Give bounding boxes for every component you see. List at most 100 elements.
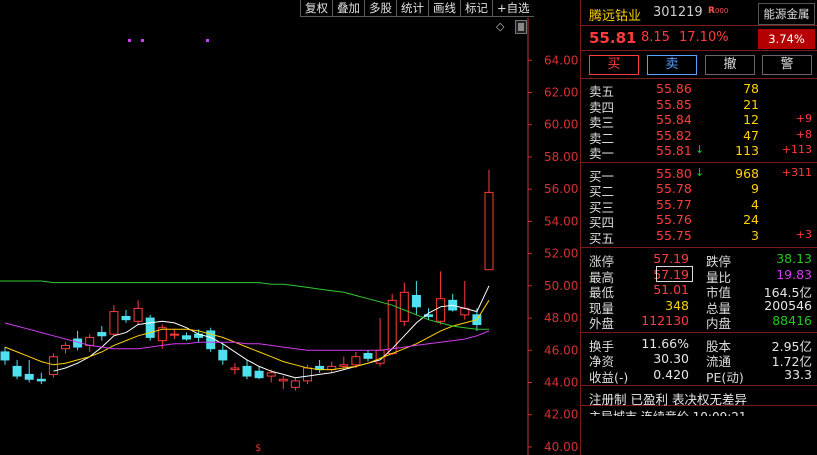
field-label: 内盘	[706, 316, 732, 331]
event-marker-icon	[128, 39, 131, 42]
last-price: 55.81	[589, 29, 637, 47]
quote-fields: 涨停 57.19 跌停 38.13 最高 57.19 量比 19.83 最低 51.01 市值 164…	[581, 248, 817, 333]
bids-row[interactable]: 买二 55.78 9	[581, 181, 817, 199]
event-marker-icon	[206, 39, 209, 42]
price-change-pct: 17.10%	[679, 30, 729, 45]
fields1-row: 最低 51.01 市值 164.5亿	[581, 282, 817, 300]
bids-row[interactable]: 买五 55.75 3 +3	[581, 227, 817, 246]
statistics-button[interactable]: 统计	[396, 0, 428, 17]
price-tick-label: 52.00	[544, 247, 578, 261]
fundamental-fields: 换手 11.66% 股本 2.95亿 净资 30.30 流通 1.72亿 收益(-) 0.420 P…	[581, 333, 817, 386]
dividend-marker-icon: $	[255, 443, 261, 454]
bids-price: 55.76	[656, 212, 692, 227]
price-change: 8.15	[641, 30, 670, 45]
candle-body-down	[411, 295, 421, 308]
bids-price: 55.78	[656, 181, 692, 196]
price-tick-label: 60.00	[544, 118, 578, 132]
cancel-order-button[interactable]: 撤	[705, 55, 755, 75]
field-label: PE(动)	[706, 369, 744, 385]
down-arrow-icon: ↓	[695, 165, 705, 179]
candlestick-chart[interactable]: 40.00 42.00 44.00 46.00 48.00 50.00 52.00 54.00…	[0, 0, 580, 455]
candle-body-up	[230, 367, 240, 371]
fields1-row: 外盘 112130 内盘 88416	[581, 313, 817, 331]
price-tick-label: 50.00	[544, 279, 578, 293]
r-tag-suffix: 000	[714, 7, 729, 15]
field-value: 51.01	[653, 282, 689, 297]
candle-body-down	[182, 335, 191, 340]
overlay-button[interactable]: 叠加	[332, 0, 364, 17]
field-label: 外盘	[589, 316, 615, 331]
r-tag: R	[708, 6, 715, 16]
bids-price: 55.80	[656, 165, 692, 181]
fields2-row: 收益(-) 0.420 PE(动) 33.3	[581, 366, 817, 385]
candle-body-up	[278, 378, 288, 382]
stock-tags: 注册制 已盈利 表决权无差异	[581, 386, 817, 407]
trade-buttons: 买 卖 撤 警	[581, 51, 817, 79]
fields1-row: 现量 348 总量 200546	[581, 297, 817, 316]
candle-body-down	[121, 315, 131, 321]
candle-body-up	[133, 307, 143, 322]
stock-code: 301219	[653, 5, 703, 20]
field-value: 11.66%	[641, 335, 689, 351]
asks-price: 55.81	[656, 143, 692, 158]
candle-body-down	[97, 332, 107, 337]
add-watchlist-button[interactable]: +自选	[492, 0, 534, 17]
concept-sector-button[interactable]: 能源金属	[758, 3, 815, 25]
asks-volume: 47	[743, 127, 759, 143]
sell-button[interactable]: 卖	[647, 55, 697, 75]
bids-delta: +311	[781, 165, 812, 179]
bids-row[interactable]: 买四 55.76 24	[581, 212, 817, 230]
buy-button[interactable]: 买	[589, 55, 639, 75]
bids-row[interactable]: 买三 55.77 4	[581, 196, 817, 215]
alert-button[interactable]: 警	[762, 55, 812, 75]
candle-body-down	[254, 370, 264, 379]
adjust-button[interactable]: 复权	[300, 0, 332, 17]
price-tick-label: 40.00	[544, 440, 578, 454]
candle-body-up	[303, 367, 312, 382]
asks-volume: 21	[743, 96, 759, 112]
chart-toolbar: 复权 叠加 多股 统计 画线 标记 +自选	[300, 0, 534, 17]
bids-delta: +3	[795, 227, 812, 241]
draw-line-button[interactable]: 画线	[428, 0, 460, 17]
multi-stock-button[interactable]: 多股	[364, 0, 396, 17]
mark-button[interactable]: 标记	[460, 0, 492, 17]
order-book-separator	[581, 161, 817, 163]
asks-row[interactable]: 卖二 55.82 47 +8	[581, 127, 817, 146]
field-value: 200546	[764, 297, 812, 313]
diamond-icon[interactable]: ◇	[496, 20, 504, 33]
fields2-row: 换手 11.66% 股本 2.95亿	[581, 335, 817, 354]
scroll-toggle-icon[interactable]	[515, 20, 527, 34]
candle-body-up	[339, 364, 349, 367]
stock-header: 腾远钴业 301219 R000 能源金属	[581, 0, 817, 26]
candle-body-down	[12, 365, 22, 377]
kline-chart-area[interactable]: 40.00 42.00 44.00 46.00 48.00 50.00 52.00 54.00…	[0, 0, 580, 455]
asks-price: 55.85	[656, 96, 692, 112]
price-tick-label: 58.00	[544, 150, 578, 164]
high-price-highlight	[656, 265, 693, 282]
bids-label: 买五	[589, 230, 615, 246]
field-value: 19.83	[776, 266, 812, 282]
field-value: 0.420	[653, 366, 689, 382]
asks-row[interactable]: 卖三 55.84 12 +9	[581, 112, 817, 130]
candle-body-down	[145, 317, 155, 338]
bids-price: 55.75	[656, 227, 692, 243]
asks-delta: +9	[795, 112, 812, 125]
price-tick-label: 62.00	[544, 86, 578, 100]
asks-row[interactable]: 卖四 55.85 21	[581, 96, 817, 115]
price-tick-label: 56.00	[544, 182, 578, 196]
asks-volume: 12	[743, 112, 759, 127]
bids-row[interactable]: 买一 55.80 ↓ 968 +311	[581, 165, 817, 184]
asks-row[interactable]: 卖一 55.81 ↓ 113 +113	[581, 143, 817, 161]
candle-body-up	[169, 333, 179, 336]
price-tick-label: 46.00	[544, 343, 578, 357]
field-value: 30.30	[653, 351, 689, 366]
asks-row[interactable]: 卖五 55.86 78	[581, 81, 817, 99]
candle-body-up	[484, 191, 494, 271]
stock-name[interactable]: 腾远钴业	[589, 5, 641, 24]
candle-body-down	[218, 349, 228, 361]
field-value: 38.13	[776, 251, 812, 266]
bids-volume: 4	[751, 196, 759, 212]
price-header: 55.81 8.15 17.10% 3.74%	[581, 26, 817, 51]
candle-body-up	[351, 356, 361, 366]
candle-body-down	[24, 373, 34, 380]
